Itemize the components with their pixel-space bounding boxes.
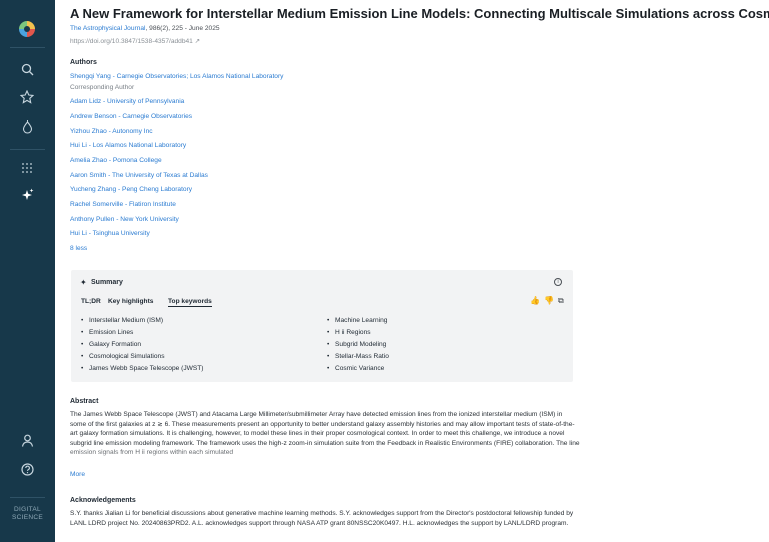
summary-panel: ✦ Summary i TL;DR Key highlights Top key…	[71, 270, 573, 382]
search-icon[interactable]	[16, 58, 38, 80]
keyword-item: Galaxy Formation	[81, 341, 141, 348]
author-link[interactable]: Yucheng Zhang - Peng Cheng Laboratory	[70, 186, 192, 193]
thumbs-up-icon[interactable]: 👍	[530, 296, 540, 305]
keyword-item: Cosmic Variance	[327, 365, 384, 372]
keyword-item: James Webb Space Telescope (JWST)	[81, 365, 203, 372]
author-link[interactable]: Hui Li - Tsinghua University	[70, 230, 150, 237]
keyword-item: Machine Learning	[327, 317, 387, 324]
app-sidebar: DIGITAL SCIENCE	[0, 0, 55, 542]
keyword-item: H ii Regions	[327, 329, 371, 336]
external-link-icon: ↗	[194, 38, 201, 45]
summary-title: Summary	[91, 279, 123, 286]
author-link[interactable]: Shengqi Yang - Carnegie Observatories; L…	[70, 73, 283, 80]
help-icon[interactable]	[16, 458, 38, 480]
author-link[interactable]: Yizhou Zhao - Autonomy Inc	[70, 128, 153, 135]
sidebar-divider	[10, 497, 45, 498]
keyword-item: Subgrid Modeling	[327, 341, 386, 348]
article-main: A New Framework for Interstellar Medium …	[67, 0, 769, 542]
copy-icon[interactable]: ⧉	[558, 296, 564, 306]
keyword-item: Interstellar Medium (ISM)	[81, 317, 163, 324]
tab-key-highlights[interactable]: Key highlights	[108, 298, 153, 305]
logo-icon[interactable]	[19, 21, 35, 37]
grid-icon[interactable]	[16, 157, 38, 179]
journal-link[interactable]: The Astrophysical Journal	[70, 25, 146, 32]
brand-line-1: DIGITAL	[14, 506, 41, 513]
authors-less-link[interactable]: 8 less	[70, 245, 87, 252]
doi-link[interactable]: https://doi.org/10.3847/1538-4357/addb41…	[70, 37, 200, 45]
journal-details: , 986(2), 225 - June 2025	[145, 25, 220, 32]
tab-tldr[interactable]: TL;DR	[81, 298, 101, 305]
author-link[interactable]: Anthony Pullen - New York University	[70, 216, 179, 223]
sparkle-drop-icon[interactable]	[16, 116, 38, 138]
sparkle-icon: ✦	[80, 278, 87, 287]
ai-sparkle-icon[interactable]	[16, 184, 38, 206]
brand-line-2: SCIENCE	[12, 514, 43, 521]
abstract-more-link[interactable]: More	[70, 471, 85, 478]
thumbs-down-icon[interactable]: 👎	[544, 296, 554, 305]
author-link[interactable]: Hui Li - Los Alamos National Laboratory	[70, 142, 186, 149]
authors-heading: Authors	[70, 59, 97, 66]
author-link[interactable]: Adam Lidz - University of Pennsylvania	[70, 98, 184, 105]
acknowledgements-heading: Acknowledgements	[70, 497, 136, 504]
journal-citation: The Astrophysical Journal, 986(2), 225 -…	[70, 25, 220, 32]
author-link[interactable]: Andrew Benson - Carnegie Observatories	[70, 113, 192, 120]
keyword-item: Stellar-Mass Ratio	[327, 353, 389, 360]
sidebar-divider	[10, 47, 45, 48]
keyword-item: Emission Lines	[81, 329, 133, 336]
sidebar-divider	[10, 149, 45, 150]
abstract-fade-overlay	[70, 447, 580, 465]
doi-text[interactable]: https://doi.org/10.3847/1538-4357/addb41	[70, 38, 193, 45]
star-icon[interactable]	[16, 86, 38, 108]
tab-top-keywords[interactable]: Top keywords	[168, 298, 212, 307]
brand-logo-text: DIGITAL SCIENCE	[0, 506, 55, 522]
acknowledgements-text: S.Y. thanks Jialian Li for beneficial di…	[70, 510, 574, 527]
abstract-heading: Abstract	[70, 398, 99, 405]
author-link[interactable]: Amelia Zhao - Pomona College	[70, 157, 162, 164]
author-link[interactable]: Aaron Smith - The University of Texas at…	[70, 172, 208, 179]
keyword-item: Cosmological Simulations	[81, 353, 165, 360]
author-link[interactable]: Rachel Somerville - Flatiron Institute	[70, 201, 176, 208]
user-icon[interactable]	[16, 429, 38, 451]
info-icon[interactable]: i	[554, 278, 562, 286]
corresponding-author-label: Corresponding Author	[70, 84, 135, 91]
page-title: A New Framework for Interstellar Medium …	[70, 6, 769, 21]
